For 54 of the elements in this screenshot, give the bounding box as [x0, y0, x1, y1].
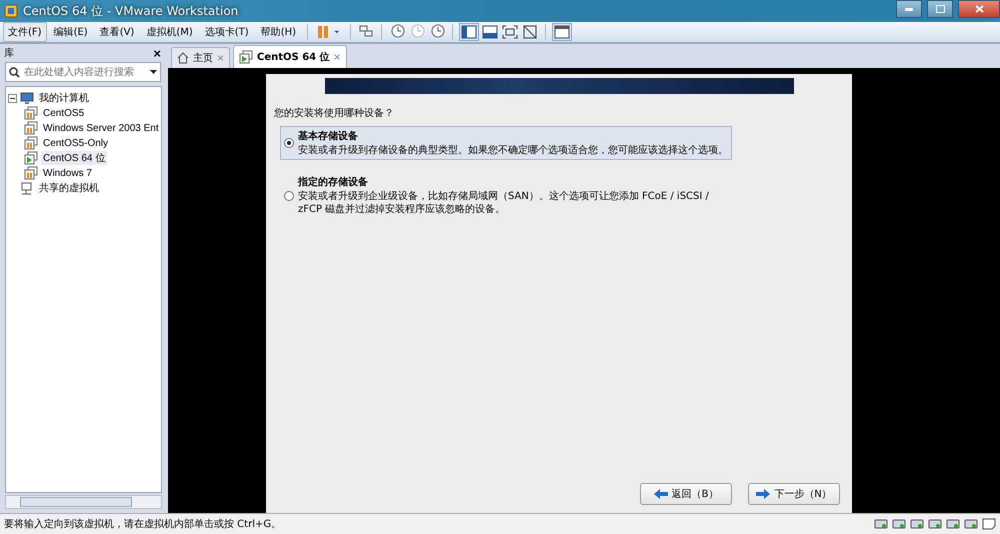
fullscreen-icon[interactable]	[501, 24, 520, 40]
next-button[interactable]: 下一步（N）	[748, 483, 840, 505]
tree-item[interactable]: Windows Server 2003 Ent	[41, 122, 161, 134]
dropdown-icon[interactable]	[150, 70, 157, 74]
thumbnail-view-icon[interactable]	[481, 24, 500, 40]
library-title: 库	[4, 46, 14, 60]
menu-item[interactable]: 帮助(H)	[256, 22, 302, 42]
option-title: 指定的存储设备	[298, 175, 369, 189]
storage-option[interactable]: 指定的存储设备 安装或者升级到企业级设备，比如存储局域网（SAN）。这个选项可让您添加 FCoE / iSCSI / zFCP 磁盘并过滤掉安装程序应该忽略的设备。	[280, 172, 732, 219]
tree-item[interactable]: CentOS5-Only	[41, 138, 110, 148]
menu-item[interactable]: 虚拟机(M)	[141, 22, 198, 42]
option-description: 安装或者升级到存储设备的典型类型。如果您不确定哪个选项适合您，您可能应该选择这个选项。	[298, 144, 728, 157]
menu-item[interactable]: 编辑(E)	[48, 22, 93, 42]
tree-item[interactable]: CentOS 64 位	[41, 151, 108, 165]
horizontal-scrollbar[interactable]	[5, 495, 162, 509]
restore-icon	[936, 5, 944, 13]
maximize-button[interactable]	[927, 0, 953, 18]
tree-item[interactable]: 共享的虚拟机	[37, 181, 101, 195]
tab[interactable]: CentOS 64 位 ×	[233, 45, 347, 68]
question-text: 您的安装将使用哪种设备？	[274, 106, 395, 120]
close-button[interactable]	[958, 0, 1000, 18]
search-icon	[9, 66, 20, 78]
home-icon	[177, 52, 189, 64]
tree-item[interactable]: Windows 7	[41, 168, 94, 178]
sidebar-view-icon[interactable]	[459, 23, 480, 41]
radio-button[interactable]	[284, 190, 294, 200]
menu-item[interactable]: 选项卡(T)	[200, 22, 254, 42]
tree-item[interactable]: CentOS5	[41, 108, 86, 118]
radio-button[interactable]	[284, 138, 294, 148]
minimize-icon	[905, 8, 913, 10]
close-icon	[974, 5, 984, 13]
unity-icon[interactable]	[521, 24, 540, 40]
running-vm-icon	[239, 50, 254, 64]
close-library-button[interactable]: ×	[153, 46, 161, 60]
console-view-icon[interactable]	[552, 23, 572, 41]
left-arrow-icon	[654, 489, 668, 499]
option-title: 基本存储设备	[298, 130, 359, 143]
option-description: 安装或者升级到企业级设备，比如存储局域网（SAN）。这个选项可让您添加 FCoE / iSCSI / zFCP 磁盘并过滤掉安装程序应该忽略的设备。	[298, 190, 710, 216]
window-title: CentOS 64 位 - VMware Workstation	[23, 2, 240, 20]
storage-option[interactable]: 基本存储设备 安装或者升级到存储设备的典型类型。如果您不确定哪个选项适合您，您可能应该选择这个选项。	[280, 126, 732, 160]
message-icon[interactable]	[982, 518, 996, 530]
tree-item[interactable]: 我的计算机	[37, 91, 91, 105]
status-message: 要将输入定向到该虚拟机，请在虚拟机内部单击或按 Ctrl+G。	[4, 518, 282, 531]
menu-item[interactable]: 文件(F)	[3, 22, 47, 42]
collapse-icon[interactable]	[8, 94, 17, 102]
app-icon	[4, 4, 18, 18]
menu-item[interactable]: 查看(V)	[94, 22, 140, 42]
close-tab-button[interactable]: ×	[334, 50, 341, 64]
minimize-button[interactable]	[896, 0, 922, 18]
right-arrow-icon	[756, 489, 770, 499]
back-button[interactable]: 返回（B）	[640, 483, 732, 505]
tab[interactable]: 主页 ×	[171, 47, 230, 68]
shared-vm-icon	[20, 182, 34, 194]
computer-icon	[20, 92, 34, 104]
